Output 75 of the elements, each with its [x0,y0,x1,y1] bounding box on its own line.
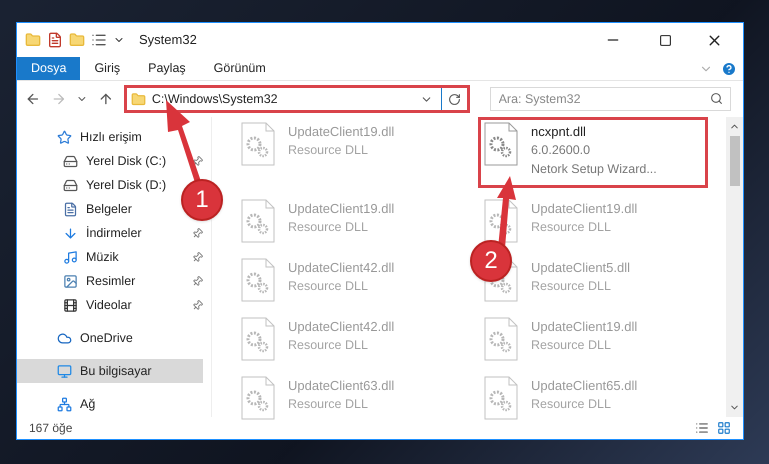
refresh-icon[interactable] [448,92,461,106]
drive-icon [63,154,78,168]
file-detail: Resource DLL [288,396,369,413]
nav-item[interactable]: Ağ [53,392,104,416]
item-count: 167 öğe [29,420,72,437]
file-name: UpdateClient19.dll [288,200,394,218]
large-icons-view-icon[interactable] [717,421,731,435]
file-detail: Resource DLL [531,396,612,413]
scrollbar[interactable] [726,117,743,417]
file-name: UpdateClient42.dll [288,259,394,277]
dll-file-icon [483,376,519,420]
music-icon [63,250,78,264]
help-icon[interactable] [721,60,737,76]
file-detail: Netork Setup Wizard... [531,161,657,178]
view-icon[interactable] [91,32,107,48]
dll-file-icon [483,122,519,166]
file-detail: Resource DLL [531,278,612,295]
file-detail: Resource DLL [288,278,369,295]
file-name: UpdateClient19.dll [531,318,638,336]
nav-item[interactable]: Resimler [59,269,144,293]
file-name: UpdateClient19.dll [531,200,638,218]
file-name: UpdateClient65.dll [531,377,638,395]
cloud-icon [57,330,72,346]
video-icon [63,298,78,312]
dll-file-icon [240,376,276,420]
address-bar[interactable]: C:\Windows\System32 [124,85,470,113]
download-icon [63,226,78,240]
ribbon-tab[interactable]: Dosya [17,57,80,80]
dll-file-icon [240,199,276,243]
nav-item[interactable]: Belgeler [59,197,140,221]
properties-icon[interactable] [47,32,63,48]
dll-file-icon [483,317,519,361]
file-name: UpdateClient63.dll [288,377,394,395]
file-name: ncxpnt.dll [531,123,587,141]
computer-icon [57,364,72,378]
dll-file-icon [240,317,276,361]
file-item[interactable]: ncxpnt.dll 6.0.2600.0 Netork Setup Wizard... [478,117,708,188]
file-name: UpdateClient5.dll [531,259,630,277]
file-detail: 6.0.2600.0 [531,142,592,159]
file-detail: Resource DLL [531,337,612,354]
file-detail: Resource DLL [288,142,369,159]
address-path: C:\Windows\System32 [152,90,279,108]
folder-icon [130,92,146,106]
dll-file-icon [240,122,276,166]
picture-icon [63,274,78,288]
dll-file-icon [240,258,276,302]
file-name: UpdateClient42.dll [288,318,394,336]
network-icon [57,396,72,412]
drive-icon [63,178,78,192]
nav-item[interactable]: Müzik [59,245,127,269]
details-view-icon[interactable] [695,421,709,435]
file-detail: Resource DLL [531,219,612,236]
ribbon-tab[interactable]: Giriş [80,57,134,80]
document-icon [63,202,78,216]
ribbon-tab[interactable]: Görünüm [200,57,280,80]
nav-item[interactable]: OneDrive [53,326,141,350]
annotation-arrow [494,176,518,248]
nav-item[interactable]: Bu bilgisayar [17,359,203,383]
window-title: System32 [139,31,197,50]
back-icon[interactable] [25,91,41,107]
star-icon [57,130,72,144]
nav-item[interactable]: İndirmeler [59,221,150,245]
nav-item[interactable]: Hızlı erişim [53,125,150,149]
file-detail: Resource DLL [288,337,369,354]
nav-item[interactable]: Yerel Disk (C:) [59,149,174,173]
up-icon[interactable] [98,91,114,107]
scroll-thumb[interactable] [730,136,740,186]
nav-item[interactable]: Videolar [59,293,140,317]
file-name: UpdateClient19.dll [288,123,394,141]
file-detail: Resource DLL [288,219,369,236]
search-icon [710,92,723,105]
nav-item[interactable]: Yerel Disk (D:) [59,173,174,197]
maximize-icon[interactable] [659,34,672,46]
ribbon-tab[interactable]: Paylaş [134,57,200,80]
search-field[interactable]: Ara: System32 [490,87,731,111]
